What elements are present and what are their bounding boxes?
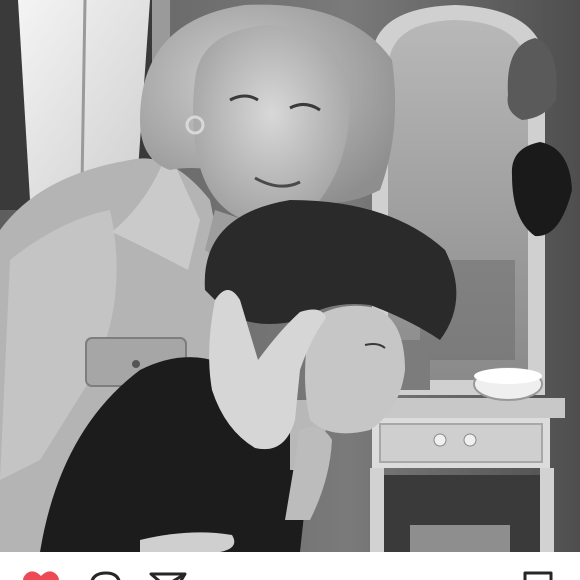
bookmark-icon[interactable] — [522, 570, 554, 580]
share-icon[interactable] — [148, 570, 188, 580]
instagram-post — [0, 0, 580, 580]
comment-icon[interactable] — [88, 570, 124, 580]
heart-icon[interactable] — [22, 570, 60, 580]
post-action-bar — [0, 552, 580, 580]
post-photo-illustration — [0, 0, 580, 552]
post-photo[interactable] — [0, 0, 580, 552]
